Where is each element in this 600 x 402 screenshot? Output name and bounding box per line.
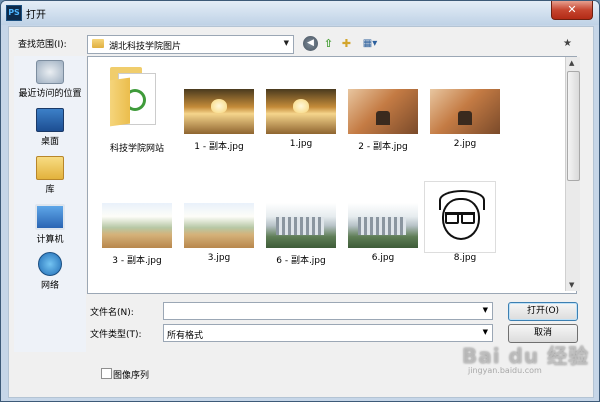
file-list[interactable]: 科技学院网站 1 - 副本.jpg 1.jpg 2 - 副本.jpg 2.jpg…: [87, 56, 577, 294]
image-thumbnail: [266, 203, 336, 248]
file-item[interactable]: 3 - 副本.jpg: [96, 195, 178, 293]
image-thumbnail: [102, 203, 172, 248]
image-thumbnail: [348, 203, 418, 248]
place-label: 计算机: [36, 235, 64, 245]
place-label: 库: [45, 185, 55, 195]
library-icon: [36, 156, 64, 180]
place-desktop[interactable]: 桌面: [14, 108, 86, 147]
image-sequence-label: 图像序列: [113, 371, 150, 381]
place-network[interactable]: 网络: [14, 252, 86, 291]
places-bar: 最近访问的位置 桌面 库 计算机 网络: [14, 56, 86, 352]
file-item[interactable]: 2 - 副本.jpg: [342, 81, 424, 179]
back-arrow-icon[interactable]: ◀: [303, 36, 318, 51]
place-library[interactable]: 库: [14, 156, 86, 195]
image-thumbnail: [424, 181, 496, 253]
file-name: 6 - 副本.jpg: [276, 256, 326, 266]
title-bar[interactable]: PS 打开 ✕: [1, 1, 599, 25]
image-thumbnail: [266, 89, 336, 134]
chevron-down-icon[interactable]: ▼: [483, 306, 488, 314]
file-name: 3.jpg: [207, 253, 231, 263]
image-thumbnail: [184, 203, 254, 248]
place-computer[interactable]: 计算机: [14, 204, 86, 245]
network-icon: [38, 252, 62, 276]
file-item[interactable]: 2.jpg: [424, 81, 506, 179]
file-item[interactable]: 3.jpg: [178, 195, 260, 293]
file-item[interactable]: 1 - 副本.jpg: [178, 81, 260, 179]
file-name: 6.jpg: [371, 253, 395, 263]
file-item[interactable]: 6.jpg: [342, 195, 424, 293]
filename-label: 文件名(N):: [90, 308, 134, 318]
file-name: 1.jpg: [289, 139, 313, 149]
file-name: 2.jpg: [453, 139, 477, 149]
image-thumbnail: [430, 89, 500, 134]
recent-places-icon: [36, 60, 64, 84]
desktop-icon: [36, 108, 64, 132]
image-thumbnail: [184, 89, 254, 134]
favorite-star-icon[interactable]: ★: [560, 36, 575, 51]
scroll-up-icon[interactable]: ▲: [569, 59, 574, 67]
file-name: 科技学院网站: [109, 144, 164, 154]
folder-icon: [92, 39, 104, 48]
vertical-scrollbar[interactable]: ▲ ▼: [565, 57, 580, 291]
baidu-watermark: Bai du 经验 jingyan.baidu.com: [462, 340, 592, 380]
file-item[interactable]: 8.jpg: [424, 179, 506, 277]
place-label: 最近访问的位置: [18, 89, 82, 99]
lookin-dropdown[interactable]: 湖北科技学院图片 ▼: [87, 35, 294, 54]
filetype-label: 文件类型(T):: [90, 330, 142, 340]
lookin-value: 湖北科技学院图片: [109, 42, 182, 52]
file-name: 1 - 副本.jpg: [194, 142, 244, 152]
scroll-down-icon[interactable]: ▼: [569, 281, 574, 289]
computer-icon: [35, 204, 65, 230]
file-name: 8.jpg: [453, 253, 477, 263]
image-thumbnail: [348, 89, 418, 134]
filename-input[interactable]: ▼: [163, 302, 493, 320]
watermark-url: jingyan.baidu.com: [468, 366, 542, 375]
file-name: 2 - 副本.jpg: [358, 142, 408, 152]
place-recent[interactable]: 最近访问的位置: [14, 60, 86, 99]
folder-icon: [110, 65, 158, 127]
filetype-select[interactable]: 所有格式 ▼: [163, 324, 493, 342]
new-folder-icon[interactable]: ✚: [339, 36, 354, 51]
open-button[interactable]: 打开(O): [508, 302, 578, 321]
file-item[interactable]: 1.jpg: [260, 81, 342, 179]
views-menu-icon[interactable]: ▦▾: [359, 36, 381, 51]
file-item[interactable]: 6 - 副本.jpg: [260, 195, 342, 293]
watermark-logo: Bai du 经验: [462, 344, 590, 368]
place-label: 桌面: [40, 137, 59, 147]
photoshop-app-icon: PS: [6, 5, 22, 21]
filetype-value: 所有格式: [167, 331, 204, 341]
chevron-down-icon: ▼: [283, 39, 289, 47]
scrollbar-thumb[interactable]: [567, 71, 580, 181]
close-button[interactable]: ✕: [551, 1, 593, 20]
file-name: 3 - 副本.jpg: [112, 256, 162, 266]
place-label: 网络: [40, 281, 59, 291]
up-folder-icon[interactable]: ⇧: [321, 36, 336, 51]
chevron-down-icon: ▼: [482, 328, 488, 336]
lookin-label: 查找范围(I):: [18, 40, 67, 50]
image-sequence-checkbox[interactable]: [101, 368, 112, 379]
window-title: 打开: [26, 10, 46, 21]
file-item-folder[interactable]: 科技学院网站: [96, 61, 178, 159]
